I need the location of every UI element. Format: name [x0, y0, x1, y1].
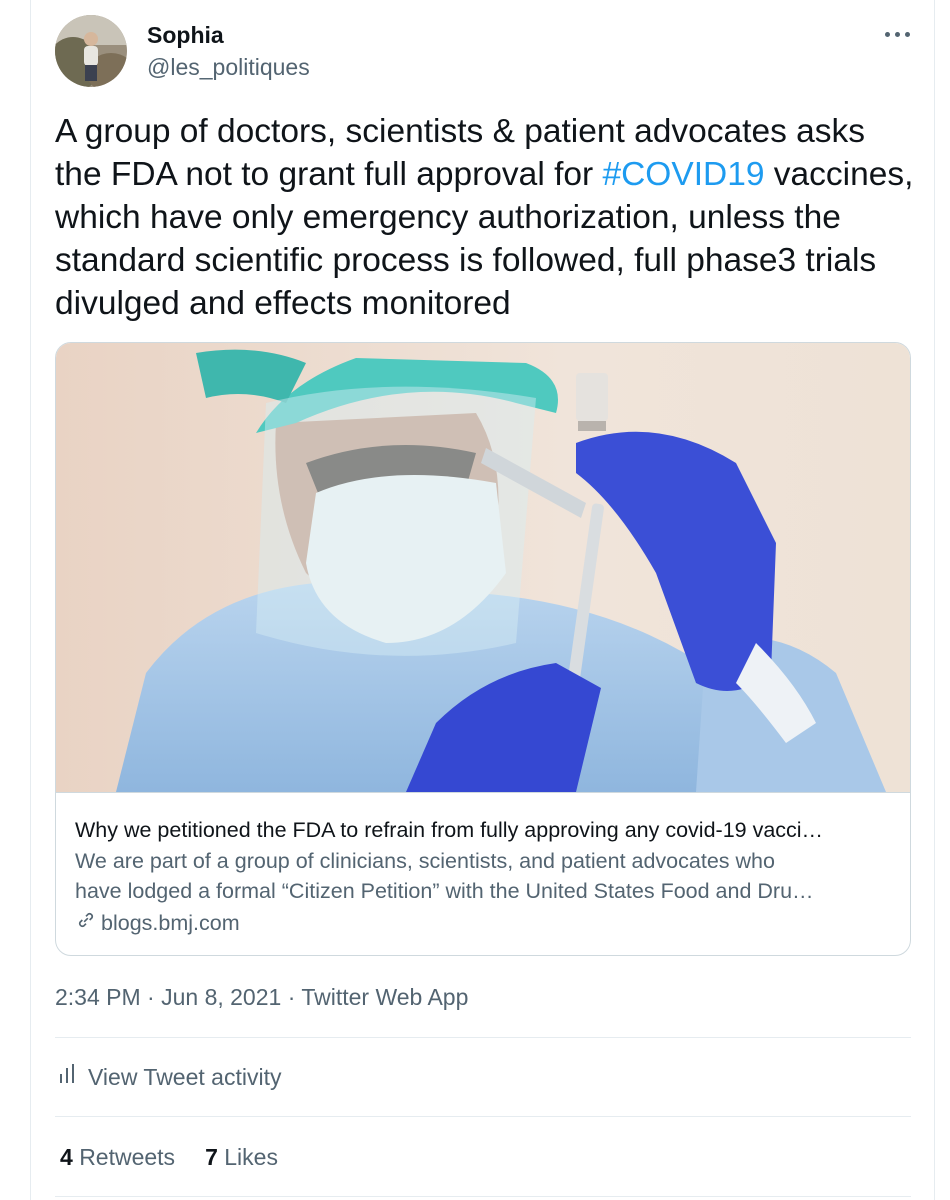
retweets-label: Retweets [79, 1144, 176, 1170]
link-icon [75, 909, 97, 937]
display-name[interactable]: Sophia [147, 22, 224, 49]
retweets-count: 4 [60, 1144, 73, 1170]
view-tweet-activity-button[interactable]: View Tweet activity [58, 1063, 281, 1091]
view-tweet-activity-label: View Tweet activity [88, 1063, 282, 1090]
card-domain-text: blogs.bmj.com [101, 910, 240, 935]
card-title[interactable]: Why we petitioned the FDA to refrain fro… [75, 818, 895, 843]
retweets-stat[interactable]: 4 Retweets [60, 1144, 175, 1171]
user-handle[interactable]: @les_politiques [147, 54, 310, 81]
card-divider [56, 792, 910, 793]
hashtag-link[interactable]: #COVID19 [602, 156, 764, 193]
avatar[interactable] [55, 15, 127, 87]
divider [55, 1196, 911, 1197]
card-description: We are part of a group of clinicians, sc… [75, 846, 895, 906]
tweet-stats: 4 Retweets 7 Likes [60, 1144, 278, 1171]
likes-stat[interactable]: 7 Likes [205, 1144, 278, 1171]
bar-chart-icon [58, 1063, 78, 1091]
divider [55, 1037, 911, 1038]
tweet-text: A group of doctors, scientists & patient… [55, 110, 915, 325]
tweet-timestamp[interactable]: 2:34 PM · Jun 8, 2021 · Twitter Web App [55, 984, 468, 1011]
card-description-line: We are part of a group of clinicians, sc… [75, 849, 775, 873]
likes-label: Likes [224, 1144, 278, 1170]
card-description-line: have lodged a formal “Citizen Petition” … [75, 879, 814, 903]
link-card[interactable]: Why we petitioned the FDA to refrain fro… [55, 342, 911, 956]
more-options-icon[interactable] [884, 20, 912, 48]
card-domain[interactable]: blogs.bmj.com [75, 909, 240, 937]
divider [55, 1116, 911, 1117]
card-image[interactable] [56, 343, 910, 792]
likes-count: 7 [205, 1144, 218, 1170]
